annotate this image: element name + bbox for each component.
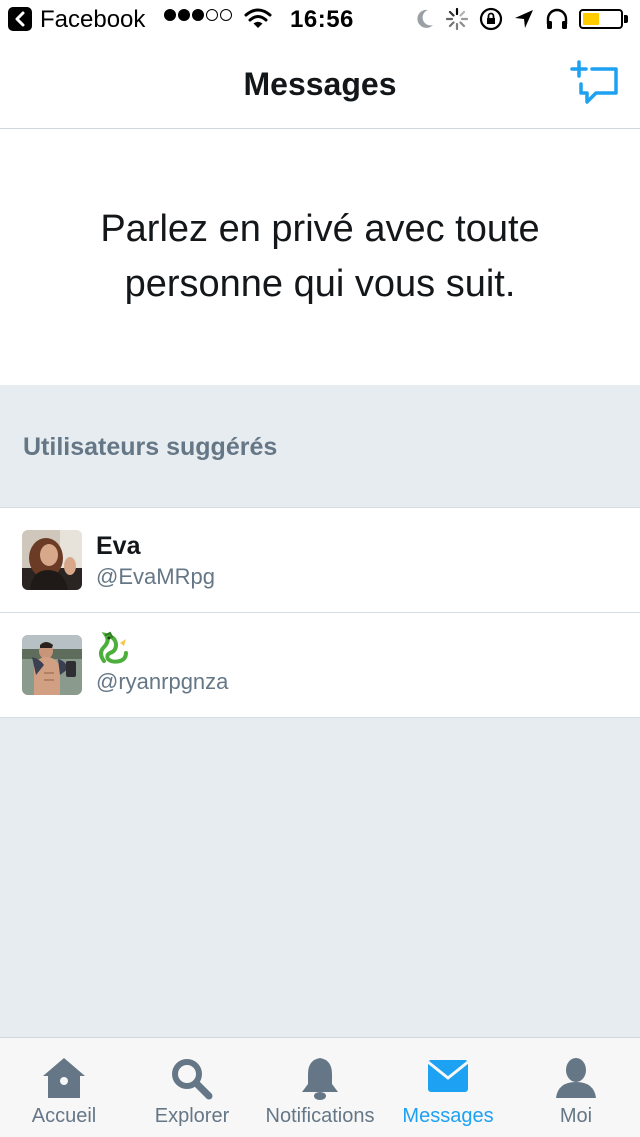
- tab-moi[interactable]: Moi: [512, 1038, 640, 1137]
- tab-notifications[interactable]: Notifications: [256, 1038, 384, 1137]
- search-icon: [172, 1059, 213, 1100]
- rotation-lock-icon: [479, 7, 503, 31]
- tab-label: Notifications: [265, 1105, 375, 1127]
- new-message-button[interactable]: [570, 60, 622, 110]
- suggested-user-row[interactable]: @ryanrpgnza: [0, 613, 640, 718]
- section-title: Utilisateurs suggérés: [23, 433, 278, 461]
- page-title: Messages: [243, 66, 397, 102]
- user-handle: @ryanrpgnza: [96, 669, 229, 694]
- suggested-user-row[interactable]: Eva @EvaMRpg: [0, 508, 640, 613]
- status-bar: Facebook 16:56: [0, 0, 640, 40]
- home-icon: [43, 1058, 85, 1098]
- tab-accueil[interactable]: Accueil: [0, 1038, 128, 1137]
- headphones-icon: [546, 8, 568, 29]
- bell-icon: [302, 1058, 338, 1100]
- tab-label: Accueil: [31, 1105, 97, 1127]
- moon-icon: [417, 9, 433, 28]
- user-display-name: Eva: [96, 532, 141, 560]
- new-message-icon: [570, 60, 618, 104]
- back-app-label[interactable]: Facebook: [40, 6, 145, 34]
- loading-spinner-icon: [445, 7, 469, 31]
- avatar: [22, 530, 82, 590]
- tab-explorer[interactable]: Explorer: [128, 1038, 256, 1137]
- dragon-emoji-icon: [99, 631, 128, 664]
- envelope-icon: [427, 1060, 469, 1092]
- clock: 16:56: [290, 6, 354, 33]
- suggested-users-section: Utilisateurs suggérés: [0, 385, 640, 508]
- wifi-icon: [244, 8, 272, 28]
- user-handle: @EvaMRpg: [96, 564, 215, 589]
- battery-icon: [579, 9, 623, 29]
- tab-messages[interactable]: Messages: [384, 1038, 512, 1137]
- empty-state-message: Parlez en privé avec toute personne qui …: [100, 208, 540, 305]
- chevron-left-icon: [15, 11, 25, 27]
- navigation-bar: Messages: [0, 40, 640, 129]
- profile-icon: [556, 1058, 596, 1098]
- tab-label: Moi: [559, 1105, 593, 1127]
- empty-state: Parlez en privé avec toute personne qui …: [0, 129, 640, 385]
- avatar: [22, 635, 82, 695]
- back-to-app-button[interactable]: [8, 7, 32, 31]
- signal-strength-icon: [164, 9, 232, 21]
- location-arrow-icon: [515, 10, 533, 28]
- tab-label: Explorer: [154, 1105, 230, 1127]
- tab-label: Messages: [402, 1105, 494, 1127]
- tab-bar: Accueil Explorer Notifications Messages …: [0, 1037, 640, 1137]
